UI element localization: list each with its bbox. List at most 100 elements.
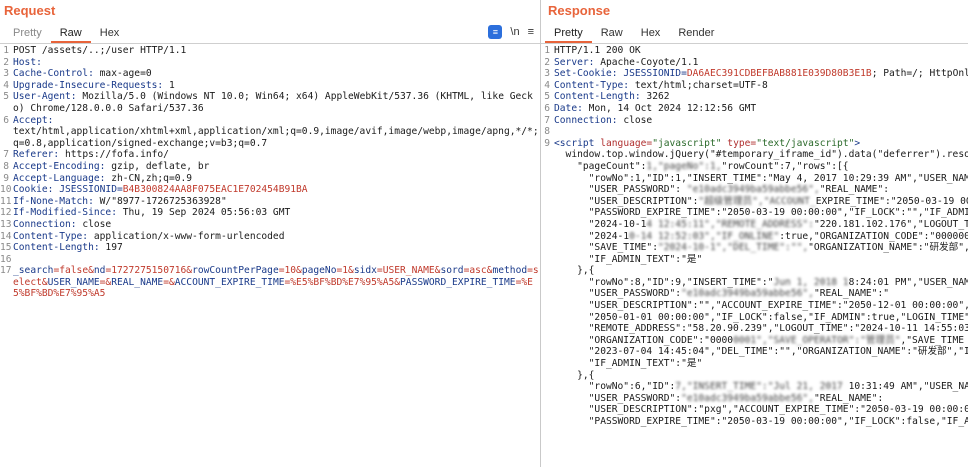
code-token: method <box>492 265 528 277</box>
tab-hex[interactable]: Hex <box>632 23 670 43</box>
code-token: Content-Length: <box>554 91 641 103</box>
line-text: "USER_PASSWORD":"e10adc3949ba59abbe56","… <box>554 393 968 405</box>
code-line: 8 <box>541 126 968 138</box>
line-text: "REMOTE_ADDRESS":"58.20.90.239","LOGOUT_… <box>554 323 968 335</box>
code-token: Content-Type: <box>554 79 630 91</box>
line-text: "2024-10-14 12:52:03","IF_ONLINE":true,"… <box>554 231 968 243</box>
code-token: Date: <box>554 102 583 114</box>
tab-hex[interactable]: Hex <box>91 23 129 43</box>
code-token: close <box>617 114 653 126</box>
line-text: Connection: close <box>13 219 540 231</box>
code-line: 9 <script language="javascript" type="tex… <box>541 138 968 150</box>
code-token: 1 <box>163 79 175 91</box>
code-token: =& <box>99 276 112 288</box>
code-token: https://fofa.info/ <box>59 149 169 161</box>
response-tabs: Pretty Raw Hex Render <box>541 22 968 44</box>
line-number <box>541 207 550 219</box>
line-number: 8 <box>544 126 550 138</box>
line-text: Content-Type: text/html;charset=UTF-8 <box>554 80 968 92</box>
line-number: 3 <box>3 68 9 80</box>
line-number: 6 <box>544 102 550 114</box>
code-line: "PASSWORD_EXPIRE_TIME":"2050-03-19 00:00… <box>541 416 968 428</box>
code-token: Connection: <box>13 218 77 230</box>
line-text: "2023-07-04 14:45:04","DEL_TIME":"","ORG… <box>554 346 968 358</box>
line-text: "2024-10-14 12:45:11","REMOTE_ADDRESS":"… <box>554 219 968 231</box>
line-number <box>541 184 550 196</box>
line-number <box>541 231 550 243</box>
line-text: Connection: close <box>554 115 968 127</box>
code-line: "ORGANIZATION_CODE":"00000001","SAVE_OPE… <box>541 335 968 347</box>
line-number <box>541 312 550 324</box>
line-number: 12 <box>0 207 12 219</box>
code-token: Cache-Control: <box>13 68 94 80</box>
code-token: 10:31:49 AM","USER_NAME":" <box>848 381 968 393</box>
code-line: 3 Set-Cookie: JSESSIONID=DA6AEC391CDBEFBA… <box>541 68 968 80</box>
code-token: text/html,application/xhtml+xml,applicat… <box>13 126 539 149</box>
line-number: 4 <box>3 79 9 91</box>
line-number: 4 <box>544 79 550 91</box>
code-token: "2024-1 <box>554 230 630 242</box>
code-line: },{ <box>541 265 968 277</box>
code-token: 0001","SAVE_OPERATOR":"管理员" <box>733 334 901 346</box>
code-token: =& <box>163 276 175 288</box>
line-number <box>541 254 550 266</box>
code-token: "2023-07-04 14:45:04","DEL_TIME":"","ORG… <box>554 346 968 358</box>
line-number <box>541 346 550 358</box>
response-body[interactable]: 1 HTTP/1.1 200 OK 2 Server: Apache-Coyote/1… <box>541 44 968 428</box>
code-token: B4B300824AA8F075EAC1E702454B91BA <box>122 184 308 196</box>
wrap-icon[interactable]: ≡ <box>488 25 503 39</box>
line-number <box>541 219 550 231</box>
code-line: "USER_DESCRIPTION":"pxg","ACCOUNT_EXPIRE… <box>541 404 968 416</box>
code-line: 4 Content-Type: text/html;charset=UTF-8 <box>541 80 968 92</box>
code-line: },{ <box>541 370 968 382</box>
tab-pretty[interactable]: Pretty <box>4 23 51 43</box>
line-number: 10 <box>0 184 12 196</box>
code-line: 8 Accept-Encoding: gzip, deflate, br <box>0 161 540 173</box>
line-number: 5 <box>3 91 9 103</box>
tab-raw[interactable]: Raw <box>50 23 91 43</box>
code-token: "IF_ADMIN_TEXT":"是" <box>554 253 703 265</box>
line-number: 9 <box>544 137 550 149</box>
code-token: application/x-www-form-urlencoded <box>88 230 285 242</box>
code-token: Connection: <box>554 114 618 126</box>
code-line: 11 If-None-Match: W/"8977-1726725363928" <box>0 196 540 208</box>
code-token: "e10adc3949ba59abbe56", <box>681 184 820 196</box>
code-line: "PASSWORD_EXPIRE_TIME":"2050-03-19 00:00… <box>541 207 968 219</box>
line-text: "IF_ADMIN_TEXT":"是" <box>554 358 968 370</box>
code-token: ,"SAVE_TIME <box>900 334 965 346</box>
line-text <box>554 126 968 138</box>
line-text: HTTP/1.1 200 OK <box>554 45 968 57</box>
tab-raw[interactable]: Raw <box>592 23 632 43</box>
line-text: "USER_PASSWORD":"e10adc3949ba59abbe56","… <box>554 288 968 300</box>
menu-icon[interactable]: ≡ <box>528 25 534 39</box>
tab-render[interactable]: Render <box>669 23 723 43</box>
line-text: Content-Type: application/x-www-form-url… <box>13 231 540 243</box>
line-text: "SAVE_TIME":"2024-10-1","DEL_TIME":"","O… <box>554 242 968 254</box>
line-number <box>541 381 550 393</box>
line-number <box>541 335 550 347</box>
code-token: JSESSIONID= <box>53 184 123 196</box>
newline-toggle[interactable]: \n <box>510 25 519 39</box>
code-token: "rowNo":1,"ID":1,"INSERT_TIME":"May 4, 2… <box>554 172 968 184</box>
line-text: Accept: text/html,application/xhtml+xml,… <box>13 115 540 150</box>
line-number <box>541 370 550 382</box>
code-token: 7,"INSERT_TIME":"Jul 21, 2017 <box>675 381 843 393</box>
line-text: POST /assets/..;/user HTTP/1.1 <box>13 45 540 57</box>
code-token: "PASSWORD_EXPIRE_TIME":"2050-03-19 00:00… <box>554 416 968 427</box>
code-token: zh-CN,zh;q=0.9 <box>105 172 193 184</box>
code-token: "USER_PASSWORD": <box>554 392 682 404</box>
tab-pretty[interactable]: Pretty <box>545 23 592 43</box>
code-token: If-Modified-Since: <box>13 207 117 219</box>
code-line: window.top.window.jQuery("#temporary_ifr… <box>541 149 968 161</box>
code-line: "rowNo":6,"ID":7,"INSERT_TIME":"Jul 21, … <box>541 381 968 393</box>
code-line: "SAVE_TIME":"2024-10-1","DEL_TIME":"","O… <box>541 242 968 254</box>
line-text: "rowNo":1,"ID":1,"INSERT_TIME":"May 4, 2… <box>554 173 968 185</box>
code-line: "2024-10-14 12:52:03","IF_ONLINE":true,"… <box>541 231 968 243</box>
code-line: 15 Content-Length: 197 <box>0 242 540 254</box>
line-text <box>13 254 540 266</box>
request-body[interactable]: 1 POST /assets/..;/user HTTP/1.1 2 Host: 3 Ca… <box>0 44 540 300</box>
code-token: "pageCount": <box>554 160 647 172</box>
code-line: 3 Cache-Control: max-age=0 <box>0 68 540 80</box>
line-number <box>541 161 550 173</box>
line-text: Cache-Control: max-age=0 <box>13 68 540 80</box>
